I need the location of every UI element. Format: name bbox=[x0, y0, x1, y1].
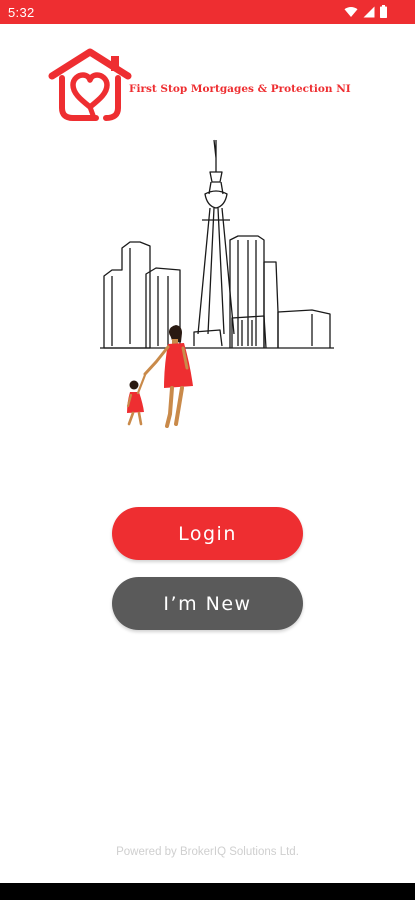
status-time: 5:32 bbox=[8, 5, 35, 20]
battery-icon bbox=[380, 5, 387, 18]
house-heart-icon bbox=[48, 48, 132, 121]
navigation-bar bbox=[0, 883, 415, 900]
city-skyline-with-mother-and-child-icon bbox=[100, 139, 334, 428]
login-button[interactable]: Login bbox=[112, 507, 303, 560]
wifi-icon bbox=[344, 6, 358, 17]
status-icons bbox=[344, 5, 387, 18]
brand-name: First Stop Mortgages & Protection NI bbox=[129, 83, 351, 95]
status-bar: 5:32 bbox=[0, 0, 415, 24]
cellular-signal-icon bbox=[363, 6, 375, 17]
im-new-button[interactable]: I’m New bbox=[112, 577, 303, 630]
powered-by-text: Powered by BrokerIQ Solutions Ltd. bbox=[116, 846, 299, 858]
